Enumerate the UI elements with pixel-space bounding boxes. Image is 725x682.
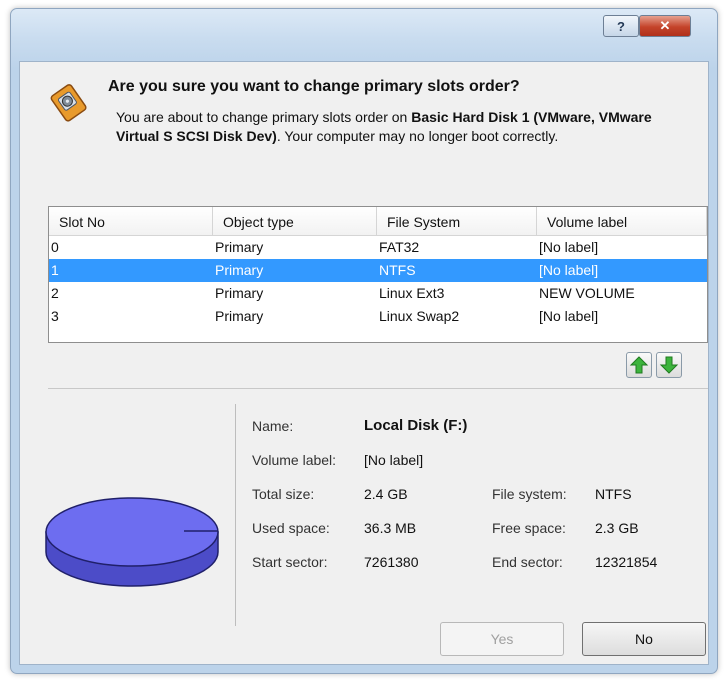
cell-slot-no: 2	[51, 285, 59, 301]
table-header: Slot No Object type File System Volume l…	[49, 207, 707, 236]
partition-slot-icon	[50, 84, 87, 122]
message-prefix: You are about to change primary slots or…	[116, 109, 412, 125]
volume-label-label: Volume label:	[252, 452, 337, 468]
volume-label-value: [No label]	[364, 452, 424, 468]
total-size-label: Total size:	[252, 486, 315, 502]
used-space-value: 36.3 MB	[364, 520, 417, 536]
file-system-value: NTFS	[595, 486, 632, 502]
cell-slot-no: 3	[51, 308, 59, 324]
cell-volume-label: NEW VOLUME	[539, 285, 635, 301]
start-sector-label: Start sector:	[252, 554, 328, 570]
move-up-button[interactable]	[626, 352, 652, 378]
help-button[interactable]: ?	[603, 15, 639, 37]
name-value: Local Disk (F:)	[364, 417, 468, 434]
close-icon: ✕	[659, 18, 671, 33]
cell-slot-no: 1	[51, 262, 59, 278]
file-system-label: File system:	[492, 486, 567, 502]
arrow-down-icon	[659, 356, 679, 374]
slots-table[interactable]: Slot No Object type File System Volume l…	[48, 206, 708, 343]
used-space-label: Used space:	[252, 520, 330, 536]
column-header-file-system[interactable]: File System	[377, 207, 537, 235]
cell-object-type: Primary	[215, 239, 264, 255]
no-button[interactable]: No	[582, 622, 706, 656]
separator	[48, 388, 708, 389]
column-header-slot-no[interactable]: Slot No	[49, 207, 213, 235]
end-sector-label: End sector:	[492, 554, 563, 570]
cell-file-system: Linux Swap2	[379, 308, 460, 324]
start-sector-value: 7261380	[364, 554, 419, 570]
free-space-label: Free space:	[492, 520, 566, 536]
yes-button[interactable]: Yes	[440, 622, 564, 656]
close-button[interactable]: ✕	[639, 15, 691, 37]
dialog-window: ? ✕ Are you sure you want to change prim…	[10, 8, 718, 674]
arrow-up-icon	[629, 356, 649, 374]
cell-volume-label: [No label]	[539, 308, 599, 324]
cell-volume-label: [No label]	[539, 262, 599, 278]
dialog-message: You are about to change primary slots or…	[116, 108, 696, 146]
column-header-volume-label[interactable]: Volume label	[537, 207, 707, 235]
dialog-body: Are you sure you want to change primary …	[19, 61, 709, 665]
cell-file-system: FAT32	[379, 239, 420, 255]
table-row[interactable]: 3 Primary Linux Swap2 [No label]	[49, 305, 707, 328]
table-row[interactable]: 2 Primary Linux Ext3 NEW VOLUME	[49, 282, 707, 305]
cell-object-type: Primary	[215, 262, 264, 278]
cell-volume-label: [No label]	[539, 239, 599, 255]
free-space-value: 2.3 GB	[595, 520, 639, 536]
question-icon: ?	[617, 18, 625, 34]
disk-icon	[45, 497, 219, 587]
end-sector-value: 12321854	[595, 554, 658, 570]
message-suffix: . Your computer may no longer boot corre…	[276, 128, 559, 144]
details-separator	[235, 404, 236, 626]
move-down-button[interactable]	[656, 352, 682, 378]
cell-file-system: NTFS	[379, 262, 416, 278]
name-label: Name:	[252, 418, 294, 434]
cell-file-system: Linux Ext3	[379, 285, 445, 301]
cell-object-type: Primary	[215, 308, 264, 324]
cell-slot-no: 0	[51, 239, 59, 255]
column-header-object-type[interactable]: Object type	[213, 207, 377, 235]
table-row-selected[interactable]: 1 Primary NTFS [No label]	[49, 259, 707, 282]
total-size-value: 2.4 GB	[364, 486, 408, 502]
table-row[interactable]: 0 Primary FAT32 [No label]	[49, 236, 707, 259]
dialog-heading: Are you sure you want to change primary …	[108, 78, 520, 95]
cell-object-type: Primary	[215, 285, 264, 301]
